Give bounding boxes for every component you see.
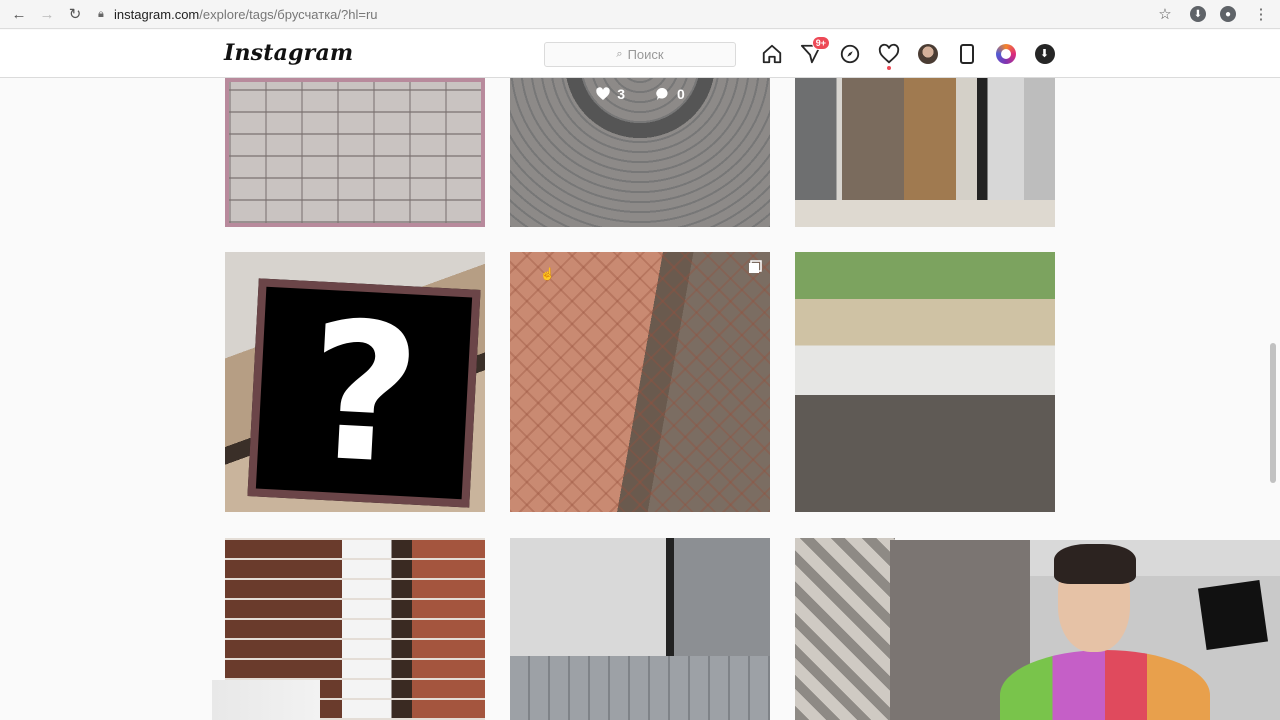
explore-icon[interactable]: [838, 42, 861, 65]
page-scrollbar[interactable]: [1270, 343, 1276, 483]
lock-icon: 🔒︎: [98, 7, 104, 20]
post-wall-construction[interactable]: [795, 252, 1055, 512]
mobile-icon[interactable]: [955, 42, 978, 65]
post-question-sign[interactable]: ?: [225, 252, 485, 512]
instagram-header: Instagram ⌕ Поиск 9+ ⬇: [0, 30, 1280, 78]
home-icon[interactable]: [760, 42, 783, 65]
post-interior-hall[interactable]: [795, 78, 1055, 227]
post-hover-stats: 3 0: [510, 86, 770, 102]
reload-icon[interactable]: ↻: [61, 0, 89, 28]
post-gutter-pavers[interactable]: [510, 538, 770, 720]
search-icon: ⌕: [616, 48, 623, 60]
download-icon[interactable]: ⬇: [1033, 42, 1056, 65]
story-icon[interactable]: [994, 42, 1017, 65]
heart-icon[interactable]: [877, 42, 900, 70]
notification-badge: 9+: [811, 36, 830, 50]
back-icon[interactable]: ←: [5, 0, 33, 28]
comments-count: 0: [655, 86, 685, 102]
question-sign: ?: [247, 278, 481, 508]
likes-count: 3: [595, 86, 625, 102]
url-path: /explore/tags/брусчатка/?hl=ru: [199, 6, 378, 22]
comment-icon: [656, 87, 668, 100]
tv-image: [1197, 579, 1269, 651]
forward-icon[interactable]: →: [33, 0, 61, 28]
extension-icon[interactable]: ⬇: [1190, 6, 1206, 22]
instagram-logo[interactable]: Instagram: [224, 40, 353, 66]
activity-dot: [886, 66, 891, 70]
post-tiled-room[interactable]: [795, 538, 895, 720]
post-pavers-circle[interactable]: 3 0: [510, 78, 770, 227]
account-icon[interactable]: ●: [1220, 6, 1236, 22]
star-icon[interactable]: ☆: [1154, 3, 1176, 25]
search-placeholder: Поиск: [627, 47, 664, 62]
hand-cursor-icon: ☝: [540, 267, 555, 281]
carousel-icon: [749, 260, 762, 273]
post-brick-path[interactable]: [510, 252, 770, 512]
direct-icon[interactable]: 9+: [799, 36, 830, 65]
blurred-area: [212, 680, 320, 720]
avatar[interactable]: [916, 42, 939, 65]
search-input[interactable]: ⌕ Поиск: [544, 42, 736, 67]
like-icon: [596, 87, 610, 100]
browser-toolbar: ← → ↻ 🔒︎ instagram.com/explore/tags/брус…: [0, 0, 1280, 29]
url-host: instagram.com: [114, 6, 200, 22]
menu-icon[interactable]: ⋮: [1250, 3, 1272, 25]
address-bar[interactable]: 🔒︎ instagram.com/explore/tags/брусчатка/…: [98, 3, 1178, 25]
post-pavers-herringbone[interactable]: [225, 78, 485, 227]
webcam-overlay: [890, 540, 1280, 720]
